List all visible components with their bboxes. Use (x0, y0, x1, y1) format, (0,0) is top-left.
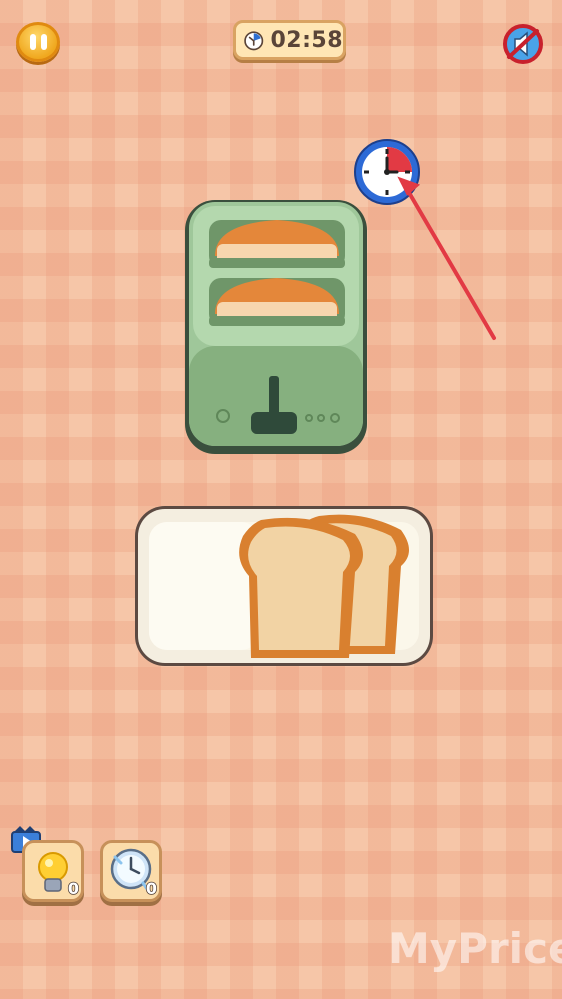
freeze-count: 0 (145, 878, 158, 899)
pause-button[interactable] (16, 22, 60, 62)
sound-muted-icon[interactable] (500, 23, 546, 65)
hint-powerup-button[interactable]: 0 (22, 840, 84, 902)
stopwatch-icon (244, 31, 264, 51)
watermark: MyPrice (388, 924, 562, 973)
tutorial-arrow (397, 176, 496, 340)
bread-tray[interactable] (133, 504, 435, 668)
timer-text: 02:58 (270, 27, 343, 53)
hint-count: 0 (67, 878, 80, 899)
toaster[interactable] (183, 196, 369, 458)
bread-slice-front (239, 517, 363, 658)
pause-icon (29, 34, 36, 50)
freeze-time-powerup-button[interactable]: 0 (100, 840, 162, 902)
level-timer: 02:58 (233, 20, 346, 60)
